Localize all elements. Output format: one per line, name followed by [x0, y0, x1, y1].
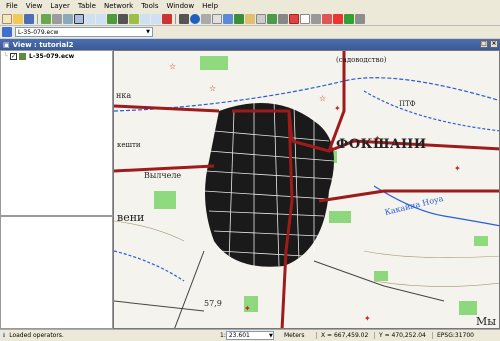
y-coordinate: Y = 470,252.04 [374, 332, 432, 339]
x-coordinate: X = 667,459.02 [316, 332, 374, 339]
svg-text:☆: ☆ [169, 62, 176, 71]
close-icon[interactable]: × [490, 40, 498, 48]
svg-text:✦: ✦ [244, 304, 251, 313]
map-label-vylcele: Вылчеле [144, 171, 182, 180]
topographic-map: ☆☆☆ ✦✦✦ ✦✦ [114, 51, 499, 328]
text-icon[interactable] [300, 14, 310, 24]
table-icon[interactable] [212, 14, 222, 24]
layer-select[interactable]: L-35-079.ecw ▼ [15, 27, 153, 37]
info-icon[interactable] [190, 14, 200, 24]
window-controls: □ × [480, 40, 498, 48]
table-of-contents: └ ✓ L-35-079.ecw [0, 50, 113, 216]
toolbar-divider [175, 14, 177, 24]
raster-icon [2, 27, 12, 37]
status-bar: ℹ Loaded operators. 1: 23.601 ▼ Meters X… [0, 329, 500, 341]
camera-icon[interactable] [278, 14, 288, 24]
view-window-title: ▣ View : tutorial2 □ × [0, 39, 500, 50]
full-extent-icon[interactable] [107, 14, 117, 24]
new-icon[interactable] [2, 14, 12, 24]
map-label-sovkh: (садоводство) [336, 56, 387, 64]
toolbar-divider [37, 14, 39, 24]
map-label-veni: вени [117, 211, 145, 224]
measure-icon[interactable] [179, 14, 189, 24]
save-icon[interactable] [24, 14, 34, 24]
svg-text:✦: ✦ [454, 164, 461, 173]
menu-tools[interactable]: Tools [137, 0, 162, 13]
menu-view[interactable]: View [22, 0, 47, 13]
chevron-down-icon[interactable]: ▼ [146, 29, 150, 35]
cross-icon[interactable] [333, 14, 343, 24]
pan-icon[interactable] [74, 14, 84, 24]
grid-icon[interactable] [344, 14, 354, 24]
refresh-icon[interactable] [162, 14, 172, 24]
open-icon[interactable] [13, 14, 23, 24]
map-label-my: Мы [476, 315, 497, 328]
menu-network[interactable]: Network [100, 0, 137, 13]
menu-help[interactable]: Help [198, 0, 222, 13]
scale-input[interactable]: 23.601 ▼ [225, 331, 274, 340]
zoom-in-icon[interactable] [85, 14, 95, 24]
layer-select-value: L-35-079.ecw [18, 28, 59, 36]
layer-selector-bar: L-35-079.ecw ▼ [0, 26, 500, 38]
zoom-layer-icon[interactable] [129, 14, 139, 24]
ruler-icon[interactable] [201, 14, 211, 24]
layer-visibility-checkbox[interactable]: ✓ [10, 53, 17, 60]
graph-icon[interactable] [223, 14, 233, 24]
view-icon: ▣ [3, 40, 10, 49]
map-units: Meters [284, 332, 305, 339]
select-icon[interactable] [118, 14, 128, 24]
map-label-ptf: ПТФ [399, 100, 416, 108]
main-toolbar [0, 13, 500, 26]
map-label-579: 57,9 [204, 299, 222, 308]
add-layer-icon[interactable] [41, 14, 51, 24]
settings-icon[interactable] [355, 14, 365, 24]
svg-text:✦: ✦ [334, 104, 341, 113]
zoom-previous-icon[interactable] [140, 14, 150, 24]
svg-text:☆: ☆ [209, 84, 216, 93]
zoom-out-icon[interactable] [96, 14, 106, 24]
restore-icon[interactable]: □ [480, 40, 488, 48]
scale-value: 23.601 [228, 332, 250, 339]
menu-file[interactable]: File [2, 0, 22, 13]
properties-icon[interactable] [245, 14, 255, 24]
north-icon[interactable] [289, 14, 299, 24]
toc-layer-row[interactable]: └ ✓ L-35-079.ecw [1, 51, 112, 62]
map-label-city: ФОКШАНИ [336, 137, 427, 152]
projection-label: EPSG:31700 [432, 332, 474, 339]
locator-icon[interactable] [256, 14, 266, 24]
svg-text:☆: ☆ [319, 94, 326, 103]
view-title-text: View : tutorial2 [12, 40, 74, 49]
info-icon: ℹ [3, 332, 6, 339]
chevron-down-icon[interactable]: ▼ [269, 333, 273, 339]
menu-window[interactable]: Window [162, 0, 198, 13]
map-label-nka: нка [116, 91, 132, 100]
toc-layer-name: L-35-079.ecw [29, 53, 75, 60]
symbol-icon[interactable] [311, 14, 321, 24]
menu-bar: File View Layer Table Network Tools Wind… [0, 0, 500, 13]
delete-icon[interactable] [322, 14, 332, 24]
scale-control: 1: 23.601 ▼ [220, 331, 280, 340]
svg-text:✦: ✦ [364, 314, 371, 323]
raster-layer-icon [19, 53, 26, 60]
status-message-text: Loaded operators. [9, 332, 64, 339]
menu-layer[interactable]: Layer [46, 0, 74, 13]
locator-map [0, 216, 113, 329]
print-icon[interactable] [52, 14, 62, 24]
zoom-next-icon[interactable] [151, 14, 161, 24]
legend-icon[interactable] [267, 14, 277, 24]
menu-table[interactable]: Table [74, 0, 100, 13]
map-label-keshti: кешти [117, 141, 141, 149]
zoom-tool-icon[interactable] [63, 14, 73, 24]
layout-icon[interactable] [234, 14, 244, 24]
map-canvas[interactable]: ☆ ☆ ☆ ✦ ✦ ✦ ✦ ✦ ФОКШАНИ Вылчеле Какайна Ноуа … [113, 50, 500, 329]
status-message: ℹ Loaded operators. [0, 332, 220, 339]
